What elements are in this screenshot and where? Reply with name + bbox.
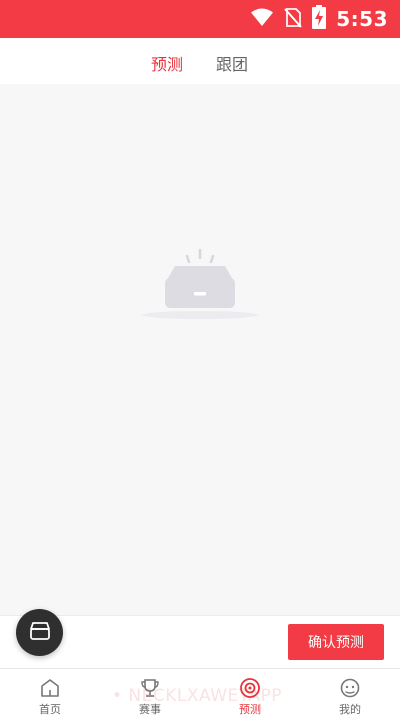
face-icon xyxy=(339,677,361,699)
nav-profile[interactable]: 我的 xyxy=(300,669,400,721)
nav-matches[interactable]: 赛事 xyxy=(100,669,200,721)
nav-home[interactable]: 首页 xyxy=(0,669,100,721)
battery-charging-icon xyxy=(312,5,327,33)
nav-matches-label: 赛事 xyxy=(139,703,161,716)
empty-state xyxy=(125,244,275,334)
empty-inbox-icon xyxy=(142,248,258,319)
nav-profile-label: 我的 xyxy=(339,703,361,716)
wifi-icon xyxy=(250,7,274,31)
nav-predict-label: 预测 xyxy=(239,703,261,716)
tab-predict[interactable]: 预测 xyxy=(151,51,183,75)
content-area xyxy=(0,84,400,616)
home-icon xyxy=(39,677,61,699)
trophy-icon xyxy=(139,677,161,699)
box-icon xyxy=(29,621,51,645)
bottom-nav: 首页 赛事 预测 我的 xyxy=(0,668,400,721)
no-sim-icon xyxy=(284,6,302,32)
tab-follow-group[interactable]: 跟团 xyxy=(216,51,248,75)
status-time: 5:53 xyxy=(336,7,388,31)
status-icons: 5:53 xyxy=(250,5,388,33)
target-icon xyxy=(239,677,261,699)
nav-home-label: 首页 xyxy=(39,703,61,716)
nav-predict[interactable]: 预测 xyxy=(200,669,300,721)
top-tabs: 预测 跟团 xyxy=(0,38,400,85)
status-bar: 5:53 xyxy=(0,0,400,38)
floating-box-button[interactable] xyxy=(16,609,63,656)
confirm-prediction-button[interactable]: 确认预测 xyxy=(288,624,384,660)
